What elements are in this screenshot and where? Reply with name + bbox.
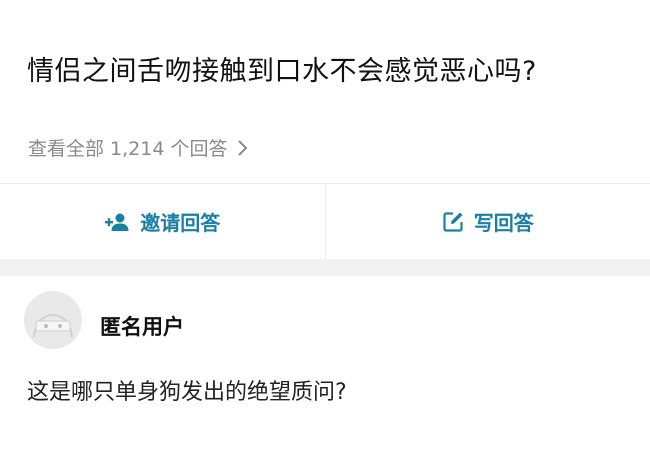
- question-page: 情侣之间舌吻接触到口水不会感觉恶心吗? 查看全部 1,214 个回答 邀请回答: [0, 0, 650, 456]
- view-all-answers-link[interactable]: 查看全部 1,214 个回答: [28, 134, 249, 161]
- section-gap: [0, 259, 650, 276]
- answer-text[interactable]: 这是哪只单身狗发出的绝望质问?: [27, 377, 627, 409]
- edit-icon: [442, 211, 464, 233]
- question-title[interactable]: 情侣之间舌吻接触到口水不会感觉恶心吗?: [27, 52, 627, 92]
- write-answer-button[interactable]: 写回答: [326, 184, 650, 259]
- anonymous-avatar-icon: [24, 291, 82, 349]
- author-name[interactable]: 匿名用户: [100, 311, 184, 341]
- view-all-label: 查看全部 1,214 个回答: [28, 138, 228, 160]
- write-answer-label: 写回答: [473, 211, 534, 235]
- avatar[interactable]: [24, 291, 82, 349]
- action-bar: 邀请回答 写回答: [0, 184, 650, 259]
- invite-answer-label: 邀请回答: [140, 211, 221, 235]
- invite-answer-button[interactable]: 邀请回答: [0, 184, 325, 259]
- chevron-right-icon: [238, 139, 248, 156]
- add-user-icon: [104, 212, 130, 232]
